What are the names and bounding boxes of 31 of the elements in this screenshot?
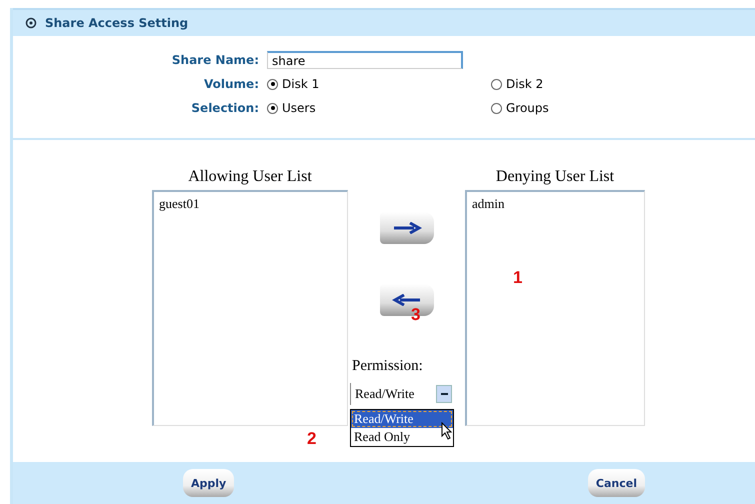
permission-select[interactable]: Read/Write <box>350 383 454 405</box>
radio-label: Groups <box>506 101 549 115</box>
radio-label: Disk 2 <box>506 77 544 91</box>
annotation-number: 3 <box>411 305 420 325</box>
footer-button[interactable]: Apply <box>183 469 234 497</box>
annotation-number: 2 <box>307 429 316 449</box>
permission-label: Permission: <box>352 358 423 375</box>
volume-label: Volume: <box>203 77 260 91</box>
list-item[interactable]: guest01 <box>157 196 344 212</box>
allowing-user-list[interactable]: guest01 <box>152 190 348 426</box>
panel-title: Share Access Setting <box>45 16 188 30</box>
radio-label: Users <box>282 101 316 115</box>
radio-button[interactable] <box>267 102 278 114</box>
list-title: Denying User List <box>496 168 614 187</box>
annotation-number: 1 <box>513 268 522 288</box>
right-arrow-icon <box>392 222 422 234</box>
radio-label: Disk 1 <box>282 77 320 91</box>
dropdown-icon <box>436 385 452 403</box>
move-right-button[interactable] <box>380 212 434 244</box>
dropdown-option[interactable]: Read/Write <box>351 410 453 428</box>
footer-button[interactable]: Cancel <box>588 469 645 497</box>
circle-icon <box>25 17 37 29</box>
radio-button[interactable] <box>491 78 502 90</box>
selection-label: Selection: <box>190 101 260 115</box>
list-item[interactable]: admin <box>470 196 641 212</box>
list-title: Allowing User List <box>188 168 312 187</box>
radio-button[interactable] <box>491 102 502 114</box>
share-name-label: Share Name: <box>170 53 260 67</box>
radio-button[interactable] <box>267 78 278 90</box>
left-arrow-icon <box>392 294 422 306</box>
share-name-field[interactable]: share <box>267 51 463 69</box>
